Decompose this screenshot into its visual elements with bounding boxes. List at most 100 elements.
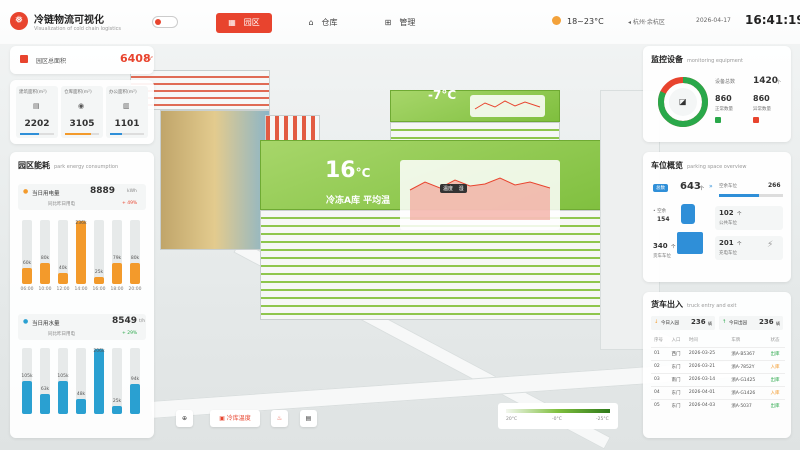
parking-free-left-label: • 空余 [653, 209, 667, 214]
cold-temp-label: 冷库温度 [226, 415, 251, 422]
small-temp-popup[interactable] [470, 95, 545, 117]
area-breakdown-panel: 建筑面积(m²) ▤ 2202 仓库面积(m²) ◉ 3105 办公面积(m²)… [10, 80, 154, 144]
water-bar[interactable] [112, 406, 122, 414]
truck-in-unit: 辆 [708, 321, 712, 326]
power-bar-track: 40k [58, 220, 68, 284]
stat-building-label: 建筑面积(m²) [19, 90, 47, 95]
parking-title: 车位概览 parking space overview [651, 160, 746, 171]
thermo-icon: ▣ [219, 415, 227, 422]
water-bar[interactable] [58, 381, 68, 414]
stat-building: 建筑面积(m²) ▤ 2202 [16, 86, 58, 138]
truck-out-unit: 辆 [776, 321, 780, 326]
building-icon: ▦ [228, 18, 236, 27]
parking-charging-unit: 个 [737, 242, 742, 247]
power-bar-track: 25k [94, 220, 104, 284]
tab-warehouse-label: 仓库 [321, 18, 338, 27]
table-cell: 入库 [767, 385, 785, 399]
cold-temp-button[interactable]: ▣ 冷库温度 [210, 410, 260, 427]
water-bar-label: 25k [112, 399, 122, 405]
power-bar-track: 60k [22, 220, 32, 284]
app-title: 冷链物流可视化 [34, 15, 104, 26]
weather-text: 18~23°C [567, 17, 604, 26]
water-bar-label: 48k [76, 391, 86, 397]
water-bar-track: 105k [21, 348, 33, 414]
table-cell: 出库 [767, 346, 785, 360]
power-x-label: 18:00 [110, 287, 124, 292]
power-bar[interactable] [130, 262, 140, 284]
table-cell: 东门 [668, 359, 686, 373]
tab-warehouse[interactable]: ⌂ 仓库 [295, 13, 351, 33]
legend-min: 20°C [506, 417, 518, 422]
table-cell: 浙A·5037 [728, 398, 768, 412]
table-row[interactable]: 02 东门 2026-03-21 浙A·7852Y 入库 [651, 359, 785, 373]
water-bar[interactable] [22, 381, 32, 414]
water-bar[interactable] [40, 394, 50, 414]
parking-public-label: 公共车位 [719, 221, 737, 226]
parking-arrow-icon: » [709, 183, 713, 190]
theme-toggle[interactable] [152, 16, 178, 28]
tab-park-label: 园区 [243, 18, 260, 27]
table-cell: 02 [651, 359, 669, 373]
location-text: 杭州·余杭区 [632, 19, 665, 26]
stat-office-label: 办公面积(m²) [109, 90, 137, 95]
power-bar-track: 80k [130, 220, 140, 284]
col-plate: 车牌 [731, 338, 741, 344]
avg-temp-unit: °C [355, 166, 371, 180]
power-bar-chart: 60k 06:00 80k 10:00 40k 12:00 236k 14:00 25k 16:0… [20, 220, 146, 292]
water-bar[interactable] [130, 384, 140, 414]
power-x-label: 10:00 [38, 287, 52, 292]
table-row[interactable]: 01 西门 2026-03-25 浙A·B5367 出库 [651, 346, 785, 360]
parking-total-tag: 总数 [653, 184, 668, 192]
power-bar[interactable] [22, 268, 32, 284]
water-bar-track: 48k [76, 348, 86, 414]
power-bar[interactable] [40, 262, 50, 284]
table-row[interactable]: 03 南门 2026-03-14 浙A·G1425 出库 [651, 372, 785, 386]
water-bar-track: 105k [57, 348, 69, 414]
warehouse-building[interactable] [160, 110, 270, 250]
fire-button[interactable]: ♨ [271, 410, 288, 427]
table-row[interactable]: 04 东门 2026-04-01 浙A·G1426 入库 [651, 385, 785, 399]
popup-btn-humidity[interactable]: 湿 [459, 186, 464, 192]
tab-manage[interactable]: ⊞ 管理 [372, 13, 428, 33]
stat-office-value: 1101 [114, 119, 140, 129]
parking-title-text: 车位概览 [651, 161, 683, 170]
table-cell: 05 [651, 398, 669, 412]
power-label: 当日用电量 [32, 191, 60, 197]
table-cell: 2026-03-14 [685, 372, 729, 386]
water-bar-label: 105k [57, 374, 69, 379]
power-bar[interactable] [58, 273, 68, 284]
table-cell: 2026-04-01 [685, 385, 729, 399]
water-bar-track: 63k [40, 348, 50, 414]
water-bar-label: 105k [21, 374, 33, 379]
area-panel: 园区总面积 6408 m² [10, 46, 154, 74]
table-cell: 浙A·G1425 [728, 372, 768, 386]
water-label: 当日用水量 [32, 321, 60, 327]
table-cell: 出库 [767, 372, 785, 386]
device-fault-label: 异常数量 [753, 107, 771, 112]
tab-park[interactable]: ▦ 园区 [216, 13, 272, 33]
power-bar[interactable] [112, 262, 122, 284]
table-row[interactable]: 05 东门 2026-04-03 浙A·5037 出库 [651, 398, 785, 412]
camera-icon: ◪ [679, 97, 687, 106]
truck-in-stat: ↓ 今日入园 236 辆 [651, 316, 715, 330]
stat-office: 办公面积(m²) ▥ 1101 [106, 86, 148, 138]
table-cell: 03 [651, 372, 669, 386]
area-label: 园区总面积 [36, 58, 67, 65]
monitor-subtitle: monitoring equipment [687, 58, 743, 64]
power-bar[interactable] [76, 221, 86, 284]
table-cell: 浙A·7852Y [728, 359, 768, 373]
water-bar[interactable] [76, 398, 86, 414]
col-gate: 入口 [671, 338, 681, 344]
avg-temp-value: 16 [325, 158, 356, 183]
water-bar-chart: 105k 63k 105k 48k 206k 25k 94k [20, 348, 146, 414]
power-x-label: 14:00 [74, 287, 88, 292]
power-bar[interactable] [94, 277, 104, 284]
water-value: 8549 [112, 316, 138, 326]
temperature-chart-popup[interactable]: 温度 湿 [400, 160, 560, 230]
popup-btn-temp[interactable]: 温度 [443, 186, 453, 192]
truck-in-label: 今日入园 [661, 321, 679, 326]
water-bar[interactable] [94, 349, 104, 414]
save-button[interactable]: ▤ [300, 410, 317, 427]
locate-button[interactable]: ⊕ [176, 410, 193, 427]
tab-manage-label: 管理 [399, 18, 416, 27]
